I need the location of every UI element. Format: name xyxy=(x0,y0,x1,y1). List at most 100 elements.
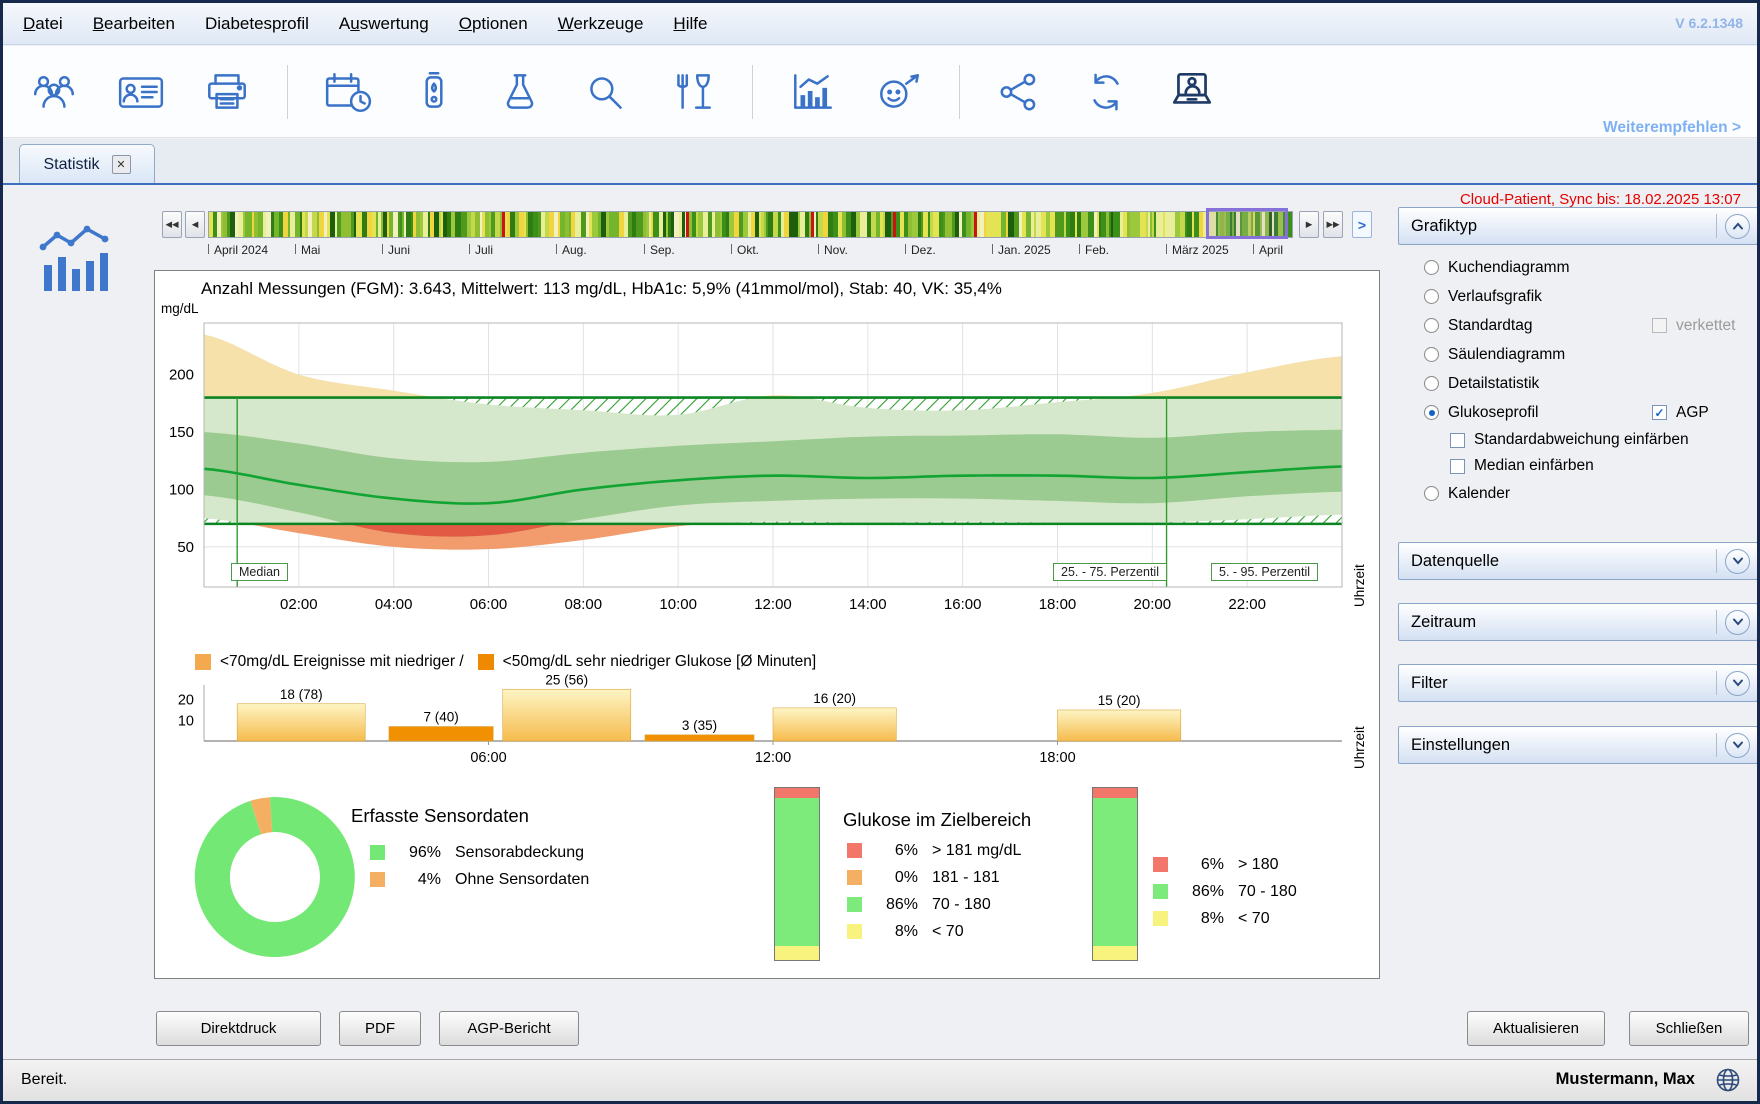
menu-optionen[interactable]: Optionen xyxy=(459,14,528,34)
expand-button[interactable] xyxy=(1725,610,1750,635)
timeline-prev-button[interactable]: ◀ xyxy=(185,211,205,238)
panel-header-grafiktyp[interactable]: Grafiktyp xyxy=(1398,207,1758,245)
checkbox-icon[interactable] xyxy=(1450,459,1465,474)
agp-bericht-button[interactable]: AGP-Bericht xyxy=(439,1011,579,1046)
expand-button[interactable] xyxy=(1725,733,1750,758)
graph-options: KuchendiagrammVerlaufsgrafikStandardtagv… xyxy=(1424,253,1754,508)
telemedicine-icon[interactable] xyxy=(1166,68,1218,116)
schlie-en-button[interactable]: Schließen xyxy=(1629,1011,1749,1046)
expand-button[interactable] xyxy=(1725,671,1750,696)
legend-swatch xyxy=(847,870,862,885)
footer-left-buttons: Direktdruck PDF AGP-Bericht xyxy=(156,1011,579,1046)
option-glukoseprofil[interactable]: Glukoseprofil ✓AGP xyxy=(1424,398,1754,427)
sensor-legend-row: 96%Sensorabdeckung xyxy=(370,839,589,866)
hypo-legend: <70mg/dL Ereignisse mit niedriger /<50mg… xyxy=(195,653,830,671)
sensor-donut-legend: 96%Sensorabdeckung4%Ohne Sensordaten xyxy=(370,839,589,893)
timeline-last-button[interactable]: ▶▶ xyxy=(1323,211,1343,238)
statistics-sidebar-icon[interactable] xyxy=(35,223,117,300)
aktualisieren-button[interactable]: Aktualisieren xyxy=(1467,1011,1605,1046)
radio-icon[interactable] xyxy=(1424,486,1439,501)
radio-selected-icon[interactable] xyxy=(1424,405,1439,420)
agp-plot: 2001501005002:0004:0006:0008:0010:0012:0… xyxy=(156,315,1380,623)
toolbar-separator xyxy=(959,65,960,119)
referral-link[interactable]: Weiterempfehlen > xyxy=(1603,119,1741,137)
panel-header-zeitraum[interactable]: Zeitraum xyxy=(1398,603,1758,641)
tab-close-button[interactable]: ✕ xyxy=(112,155,131,174)
direktdruck-button[interactable]: Direktdruck xyxy=(156,1011,321,1046)
legend-text: < 70 xyxy=(1238,910,1270,928)
radio-icon[interactable] xyxy=(1424,289,1439,304)
panel-header-filter[interactable]: Filter xyxy=(1398,664,1758,702)
legend-text: < 70 xyxy=(932,923,964,941)
option-kalender[interactable]: Kalender xyxy=(1424,479,1754,508)
radio-icon[interactable] xyxy=(1424,318,1439,333)
svg-text:16:00: 16:00 xyxy=(944,596,982,613)
panel-title: Datenquelle xyxy=(1399,552,1716,571)
option-standardtag[interactable]: Standardtagverkettet xyxy=(1424,311,1754,340)
option-label: Detailstatistik xyxy=(1448,375,1539,393)
radio-icon[interactable] xyxy=(1424,260,1439,275)
svg-text:150: 150 xyxy=(169,424,194,441)
menu-auswertung[interactable]: Auswertung xyxy=(339,14,429,34)
calendar-icon[interactable] xyxy=(322,68,374,116)
checkbox-icon[interactable] xyxy=(1450,433,1465,448)
patient-card-icon[interactable] xyxy=(115,68,167,116)
lab-icon[interactable] xyxy=(494,68,546,116)
timeline-selection[interactable] xyxy=(1206,208,1288,239)
search-icon[interactable] xyxy=(580,68,632,116)
legend-percent: 6% xyxy=(872,842,918,860)
legend-text: Ohne Sensordaten xyxy=(455,871,589,889)
panel-title: Zeitraum xyxy=(1399,613,1716,632)
svg-text:10:00: 10:00 xyxy=(659,596,697,613)
menu-werkzeuge[interactable]: Werkzeuge xyxy=(558,14,644,34)
svg-text:02:00: 02:00 xyxy=(280,596,318,613)
svg-text:7 (40): 7 (40) xyxy=(423,710,458,725)
menu-bearbeiten[interactable]: Bearbeiten xyxy=(93,14,175,34)
radio-icon[interactable] xyxy=(1424,376,1439,391)
nutrition-icon[interactable] xyxy=(666,68,718,116)
meter-icon[interactable] xyxy=(408,68,460,116)
option-kuchendiagramm[interactable]: Kuchendiagramm xyxy=(1424,253,1754,282)
option-median-einfarben[interactable]: Median einfärben xyxy=(1424,453,1754,479)
patients-icon[interactable] xyxy=(29,68,81,116)
timeline-month-juli: Juli xyxy=(475,243,493,257)
feedback-icon[interactable] xyxy=(873,68,925,116)
menu-datei[interactable]: Datei xyxy=(23,14,63,34)
collapse-button[interactable] xyxy=(1725,214,1750,239)
target-range-bar-1 xyxy=(774,787,820,961)
option-detailstatistik[interactable]: Detailstatistik xyxy=(1424,369,1754,398)
checkbox-icon xyxy=(1652,318,1667,333)
legend-percent: 6% xyxy=(1178,856,1224,874)
target-range-legend-1: 6%> 181 mg/dL0%181 - 18186%70 - 1808%< 7… xyxy=(847,837,1021,945)
sensor-donut xyxy=(187,789,363,965)
checkbox-icon[interactable]: ✓ xyxy=(1652,405,1667,420)
panel-header-datenquelle[interactable]: Datenquelle xyxy=(1398,542,1758,580)
timeline-end-button[interactable]: > xyxy=(1352,211,1372,238)
share-icon[interactable] xyxy=(994,68,1046,116)
sync-icon[interactable] xyxy=(1080,68,1132,116)
print-icon[interactable] xyxy=(201,68,253,116)
bar-segment xyxy=(775,788,819,798)
menu-hilfe[interactable]: Hilfe xyxy=(673,14,707,34)
panel-header-einstellungen[interactable]: Einstellungen xyxy=(1398,726,1758,764)
menu-diabetesprofil[interactable]: Diabetesprofil xyxy=(205,14,309,34)
menu-bar: Datei Bearbeiten Diabetesprofil Auswertung O… xyxy=(3,3,1757,45)
app-version: V 6.2.1348 xyxy=(1675,15,1743,31)
option-agp[interactable]: ✓AGP xyxy=(1652,404,1709,422)
option-label: Glukoseprofil xyxy=(1448,404,1538,422)
pdf-button[interactable]: PDF xyxy=(339,1011,421,1046)
option-saulendiagramm[interactable]: Säulendiagramm xyxy=(1424,340,1754,369)
option-standardabweichung-einfarben[interactable]: Standardabweichung einfärben xyxy=(1424,427,1754,453)
radio-icon[interactable] xyxy=(1424,347,1439,362)
svg-text:06:00: 06:00 xyxy=(470,596,508,613)
statistics-icon[interactable] xyxy=(787,68,839,116)
expand-button[interactable] xyxy=(1725,549,1750,574)
svg-text:25 (56): 25 (56) xyxy=(545,672,588,687)
timeline-first-button[interactable]: ◀◀ xyxy=(162,211,182,238)
timeline-next-button[interactable]: ▶ xyxy=(1299,211,1319,238)
legend-text: <70mg/dL Ereignisse mit niedriger / xyxy=(220,653,464,671)
footer-right-buttons: Aktualisieren Schließen xyxy=(1467,1011,1749,1046)
option-verlaufsgrafik[interactable]: Verlaufsgrafik xyxy=(1424,282,1754,311)
tab-statistik[interactable]: Statistik ✕ xyxy=(19,144,155,184)
timeline-strip[interactable] xyxy=(208,211,1293,238)
